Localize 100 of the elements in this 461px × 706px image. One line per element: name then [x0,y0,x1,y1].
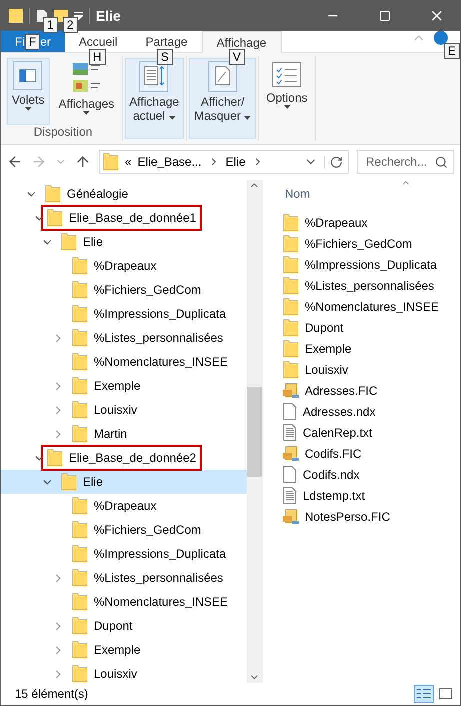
folder-icon [72,593,88,611]
tree-item[interactable]: %Impressions_Duplicata [1,302,247,326]
tree-item[interactable]: %Fichiers_GedCom [1,278,247,302]
file-item[interactable]: Ldstemp.txt [283,485,460,506]
file-icon [283,466,297,483]
file-item[interactable]: Codifs.ndx [283,464,460,485]
folder-icon [72,641,88,659]
file-item[interactable]: NotesPerso.FIC [283,506,460,527]
file-item[interactable]: %Drapeaux [283,212,460,233]
folder-icon [47,209,63,227]
ribbon-button[interactable]: Options [261,58,313,139]
keytip-label: E [444,43,460,59]
tree-item[interactable]: Exemple [1,374,247,398]
folder-icon [72,617,88,635]
tree-item[interactable]: %Nomenclatures_INSEE [1,350,247,374]
item-count: 15 élément(s) [15,687,88,701]
tree-item[interactable]: Dupont [1,614,247,638]
caret-icon [168,116,176,120]
folder-icon [72,665,88,683]
folder-icon [72,305,88,323]
caret-icon [284,105,291,109]
folder-icon [283,276,299,294]
folder-icon [283,360,299,378]
folder-icon [72,521,88,539]
folder-icon [283,256,299,274]
file-tab[interactable]: Fi F er [1,31,66,52]
folder-icon [45,185,61,203]
details-view-icon[interactable] [414,685,434,703]
folder-icon [72,257,88,275]
back-icon[interactable] [7,154,23,170]
caret-icon [83,111,90,115]
tree-item[interactable]: Martin [1,422,247,446]
keytip-label: F [25,34,40,50]
database-file-icon [283,446,299,462]
folder-icon [47,449,63,467]
window-title: Elie [96,8,121,24]
keytip-label: 2 [63,17,78,33]
database-file-icon [283,382,299,398]
keytip-label: H [89,49,106,65]
tree-item[interactable]: %Impressions_Duplicata [1,542,247,566]
file-item[interactable]: Codifs.FIC [283,443,460,464]
folder-icon [72,329,88,347]
folder-icon [72,401,88,419]
caret-icon [24,107,32,111]
keytip-label: S [157,49,174,65]
tree-item[interactable]: Elie [1,470,247,494]
file-item[interactable]: Dupont [283,317,460,338]
file-item[interactable]: %Nomenclatures_INSEE [283,296,460,317]
file-item[interactable]: Adresses.ndx [283,401,460,422]
folder-icon [61,473,77,491]
folder-icon [72,497,88,515]
maximize-icon[interactable] [379,10,391,22]
caret-icon[interactable] [74,12,83,20]
search-field[interactable]: Recherch... [357,150,454,174]
tree-item[interactable]: %Drapeaux [1,494,247,518]
folder-icon [283,340,299,358]
folder-icon [283,298,299,316]
scrollbar[interactable] [247,180,262,683]
file-item[interactable]: %Listes_personnalisées [283,275,460,296]
tree-item[interactable]: Généalogie [1,182,247,206]
file-icon [283,403,297,420]
file-item[interactable]: Louisxiv [283,359,460,380]
up-icon[interactable] [75,154,91,170]
folder-icon [72,569,88,587]
overflow-marker[interactable]: « [125,155,132,169]
layout-icon [72,61,102,95]
file-item[interactable]: CalenRep.txt [283,422,460,443]
folder-icon [9,8,23,24]
text-file-icon [283,487,297,504]
keytip-label: V [229,49,246,65]
scroll-thumb[interactable] [247,386,262,476]
database-file-icon [283,508,299,524]
file-item[interactable]: %Impressions_Duplicata [283,254,460,275]
breadcrumb[interactable]: Elie [226,155,246,169]
tree-item[interactable]: %Nomenclatures_INSEE [1,590,247,614]
address-bar[interactable]: « Elie_Base... Elie [99,150,349,174]
tree-item[interactable]: Elie [1,230,247,254]
file-item[interactable]: %Fichiers_GedCom [283,233,460,254]
folder-icon [72,545,88,563]
column-header[interactable]: Nom [283,180,460,212]
ribbon-button[interactable]: Volets [7,58,50,125]
page-icon [208,61,238,93]
tree-item[interactable]: %Listes_personnalisées [1,326,247,350]
tree-item[interactable]: Louisxiv [1,398,247,422]
folder-icon [283,214,299,232]
options-icon [272,61,302,89]
folder-icon [72,353,88,371]
search-icon [435,156,448,169]
tree-item[interactable]: Louisxiv [1,662,247,683]
file-item[interactable]: Exemple [283,338,460,359]
tree-item[interactable]: %Listes_personnalisées [1,566,247,590]
file-item[interactable]: Adresses.FIC [283,380,460,401]
tree-item[interactable]: %Drapeaux [1,254,247,278]
tree-item[interactable]: %Fichiers_GedCom [1,518,247,542]
ribbon-tab[interactable]: Affichage [202,31,282,53]
breadcrumb[interactable]: Elie_Base... [138,155,202,169]
folder-icon [283,234,299,252]
tree-item[interactable]: Exemple [1,638,247,662]
panes-icon [13,61,44,91]
keytip-label: 1 [43,17,58,33]
